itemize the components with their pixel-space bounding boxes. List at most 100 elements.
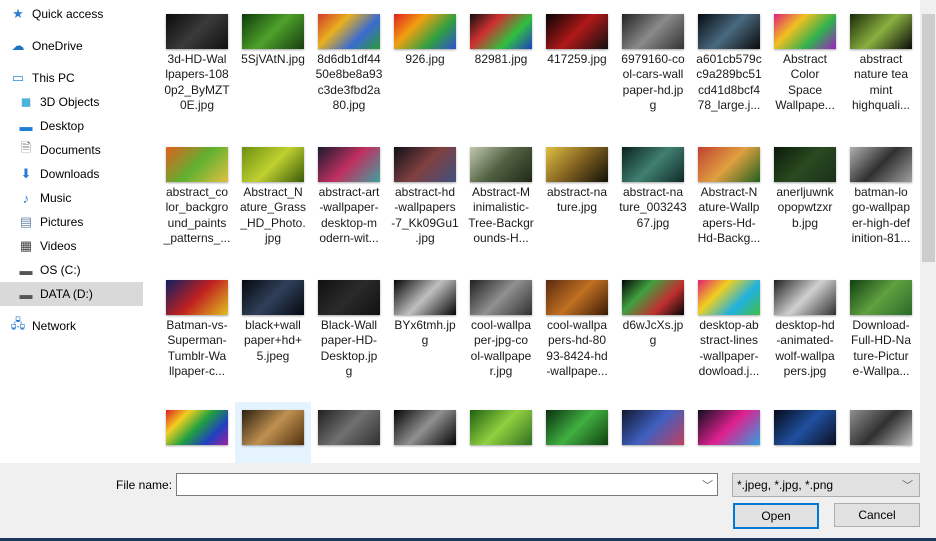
file-item[interactable]: abstract-art -wallpaper- desktop-m odern… xyxy=(311,139,387,269)
file-item[interactable]: batman-lo go-wallpap er-high-def inition… xyxy=(843,139,919,269)
file-name: abstract nature tea mint highquali... xyxy=(851,52,911,112)
file-name: a601cb579c c9a289bc51 cd41d8bcf4 78_larg… xyxy=(696,52,762,112)
file-name: Batman-vs- Superman- Tumblr-Wa llpaper-c… xyxy=(166,318,228,378)
sidebar-item-music[interactable]: ♪ Music xyxy=(0,186,143,210)
file-thumbnail xyxy=(622,147,684,182)
file-item[interactable]: 82981.jpg xyxy=(463,6,539,136)
file-item[interactable]: Download- Full-HD-Na ture-Pictur e-Wallp… xyxy=(843,272,919,402)
file-thumbnail xyxy=(546,147,608,182)
file-item[interactable] xyxy=(159,402,235,463)
file-item[interactable]: desktop-ab stract-lines -wallpaper- dowl… xyxy=(691,272,767,402)
file-thumbnail xyxy=(242,410,304,445)
file-item[interactable] xyxy=(311,402,387,463)
file-item[interactable]: d6wJcXs.jp g xyxy=(615,272,691,402)
file-item[interactable]: Batman-vs- Superman- Tumblr-Wa llpaper-c… xyxy=(159,272,235,402)
sidebar-item-quick-access[interactable]: ★ Quick access xyxy=(0,2,143,26)
file-thumbnail xyxy=(166,14,228,49)
file-item[interactable]: abstract-hd -wallpapers -7_Kk09Gu1 .jpg xyxy=(387,139,463,269)
file-thumbnail xyxy=(850,280,912,315)
sidebar-item-pictures[interactable]: ▤ Pictures xyxy=(0,210,143,234)
sidebar-item-downloads[interactable]: ⬇ Downloads xyxy=(0,162,143,186)
file-type-dropdown[interactable]: *.jpeg, *.jpg, *.png ﹀ xyxy=(732,473,920,497)
file-item[interactable]: abstract-na ture.jpg xyxy=(539,139,615,269)
file-thumbnail xyxy=(774,14,836,49)
file-item[interactable] xyxy=(691,402,767,463)
file-item[interactable] xyxy=(767,402,843,463)
file-item[interactable]: abstract nature tea mint highquali... xyxy=(843,6,919,136)
file-name: desktop-ab stract-lines -wallpaper- dowl… xyxy=(698,318,760,378)
file-thumbnail xyxy=(470,147,532,182)
file-thumbnail xyxy=(546,410,608,445)
file-grid: 3d-HD-Wal lpapers-108 0p2_ByMZT 0E.jpg 5S… xyxy=(145,0,920,463)
file-thumbnail xyxy=(698,410,760,445)
file-item[interactable]: 926.jpg xyxy=(387,6,463,136)
file-item[interactable]: 3d-HD-Wal lpapers-108 0p2_ByMZT 0E.jpg xyxy=(159,6,235,136)
sidebar-item-this-pc[interactable]: ▭ This PC xyxy=(0,66,143,90)
scrollbar-thumb[interactable] xyxy=(922,14,935,262)
file-thumbnail xyxy=(774,147,836,182)
vertical-scrollbar[interactable] xyxy=(920,0,936,463)
desktop-icon: ▬ xyxy=(19,118,33,134)
file-item[interactable] xyxy=(463,402,539,463)
chevron-down-icon[interactable]: ﹀ xyxy=(902,477,913,493)
sidebar-item-onedrive[interactable]: ☁ OneDrive xyxy=(0,34,143,58)
star-icon: ★ xyxy=(12,6,24,21)
file-item[interactable] xyxy=(615,402,691,463)
sidebar-item-data-d[interactable]: ▬ DATA (D:) xyxy=(0,282,143,306)
file-item[interactable]: desktop-hd -animated- wolf-wallpa pers.j… xyxy=(767,272,843,402)
file-item[interactable]: Abstract_N ature_Grass _HD_Photo. jpg xyxy=(235,139,311,269)
file-item[interactable]: a601cb579c c9a289bc51 cd41d8bcf4 78_larg… xyxy=(691,6,767,136)
file-item[interactable]: 8d6db1df44 50e8be8a93 c3de3fbd2a 80.jpg xyxy=(311,6,387,136)
file-item[interactable]: abstract_co lor_backgro und_paints _patt… xyxy=(159,139,235,269)
file-thumbnail xyxy=(394,14,456,49)
file-item[interactable]: 6979160-co ol-cars-wall paper-hd.jp g xyxy=(615,6,691,136)
file-item[interactable]: 5SjVAtN.jpg xyxy=(235,6,311,136)
file-thumbnail xyxy=(166,410,228,445)
sidebar-item-desktop[interactable]: ▬ Desktop xyxy=(0,114,143,138)
picture-icon: ▤ xyxy=(19,214,33,229)
cancel-button[interactable]: Cancel xyxy=(834,503,920,527)
sidebar-item-network[interactable]: 🖧 Network xyxy=(0,314,143,338)
sidebar-item-label: Network xyxy=(32,319,77,333)
file-item[interactable]: 417259.jpg xyxy=(539,6,615,136)
file-item[interactable]: black+wall paper+hd+ 5.jpeg xyxy=(235,272,311,402)
file-name: Black-Wall paper-HD- Desktop.jp g xyxy=(320,318,378,378)
sidebar-item-3d-objects[interactable]: ◼ 3D Objects xyxy=(0,90,143,114)
file-name: Abstract-M inimalistic- Tree-Backgr ound… xyxy=(468,185,534,245)
chevron-down-icon[interactable]: ﹀ xyxy=(702,477,713,493)
sidebar-item-videos[interactable]: ▦ Videos xyxy=(0,234,143,258)
file-item[interactable]: cool-wallpa per-jpg-co ol-wallpape r.jpg xyxy=(463,272,539,402)
file-item[interactable] xyxy=(235,402,311,463)
file-item[interactable]: abstract-na ture_003243 67.jpg xyxy=(615,139,691,269)
drive-icon: ▬ xyxy=(19,286,33,302)
file-name-combobox[interactable]: ﹀ xyxy=(176,473,718,496)
file-thumbnail xyxy=(242,147,304,182)
file-thumbnail xyxy=(318,14,380,49)
file-item[interactable] xyxy=(843,402,919,463)
file-item[interactable]: BYx6tmh.jp g xyxy=(387,272,463,402)
sidebar-item-documents[interactable]: 🗎 Documents xyxy=(0,138,143,162)
sidebar-item-label: Downloads xyxy=(40,167,100,181)
file-item[interactable]: anerljuwnk opopwtzxr b.jpg xyxy=(767,139,843,269)
cube-icon: ◼ xyxy=(20,94,32,109)
file-name: desktop-hd -animated- wolf-wallpa pers.j… xyxy=(775,318,835,378)
file-thumbnail xyxy=(622,280,684,315)
file-item[interactable]: Abstract-N ature-Wallp apers-Hd- Hd-Back… xyxy=(691,139,767,269)
file-item[interactable] xyxy=(539,402,615,463)
sidebar-item-label: Quick access xyxy=(32,7,104,21)
file-item[interactable]: cool-wallpa pers-hd-80 93-8424-hd -wallp… xyxy=(539,272,615,402)
sidebar-item-os-c[interactable]: ▬ OS (C:) xyxy=(0,258,143,282)
file-item[interactable] xyxy=(387,402,463,463)
file-item[interactable]: Abstract-M inimalistic- Tree-Backgr ound… xyxy=(463,139,539,269)
file-item[interactable]: Abstract Color Space Wallpape... xyxy=(767,6,843,136)
sidebar-item-label: OneDrive xyxy=(32,39,83,53)
file-name: d6wJcXs.jp g xyxy=(622,318,684,348)
file-item[interactable]: Black-Wall paper-HD- Desktop.jp g xyxy=(311,272,387,402)
sidebar-item-label: 3D Objects xyxy=(40,95,100,109)
sidebar-item-label: OS (C:) xyxy=(40,263,81,277)
file-thumbnail xyxy=(470,14,532,49)
file-name: black+wall paper+hd+ 5.jpeg xyxy=(243,318,303,363)
file-name-input[interactable] xyxy=(180,474,694,495)
open-button[interactable]: Open xyxy=(733,503,819,529)
file-name: batman-lo go-wallpap er-high-def inition… xyxy=(851,185,911,245)
